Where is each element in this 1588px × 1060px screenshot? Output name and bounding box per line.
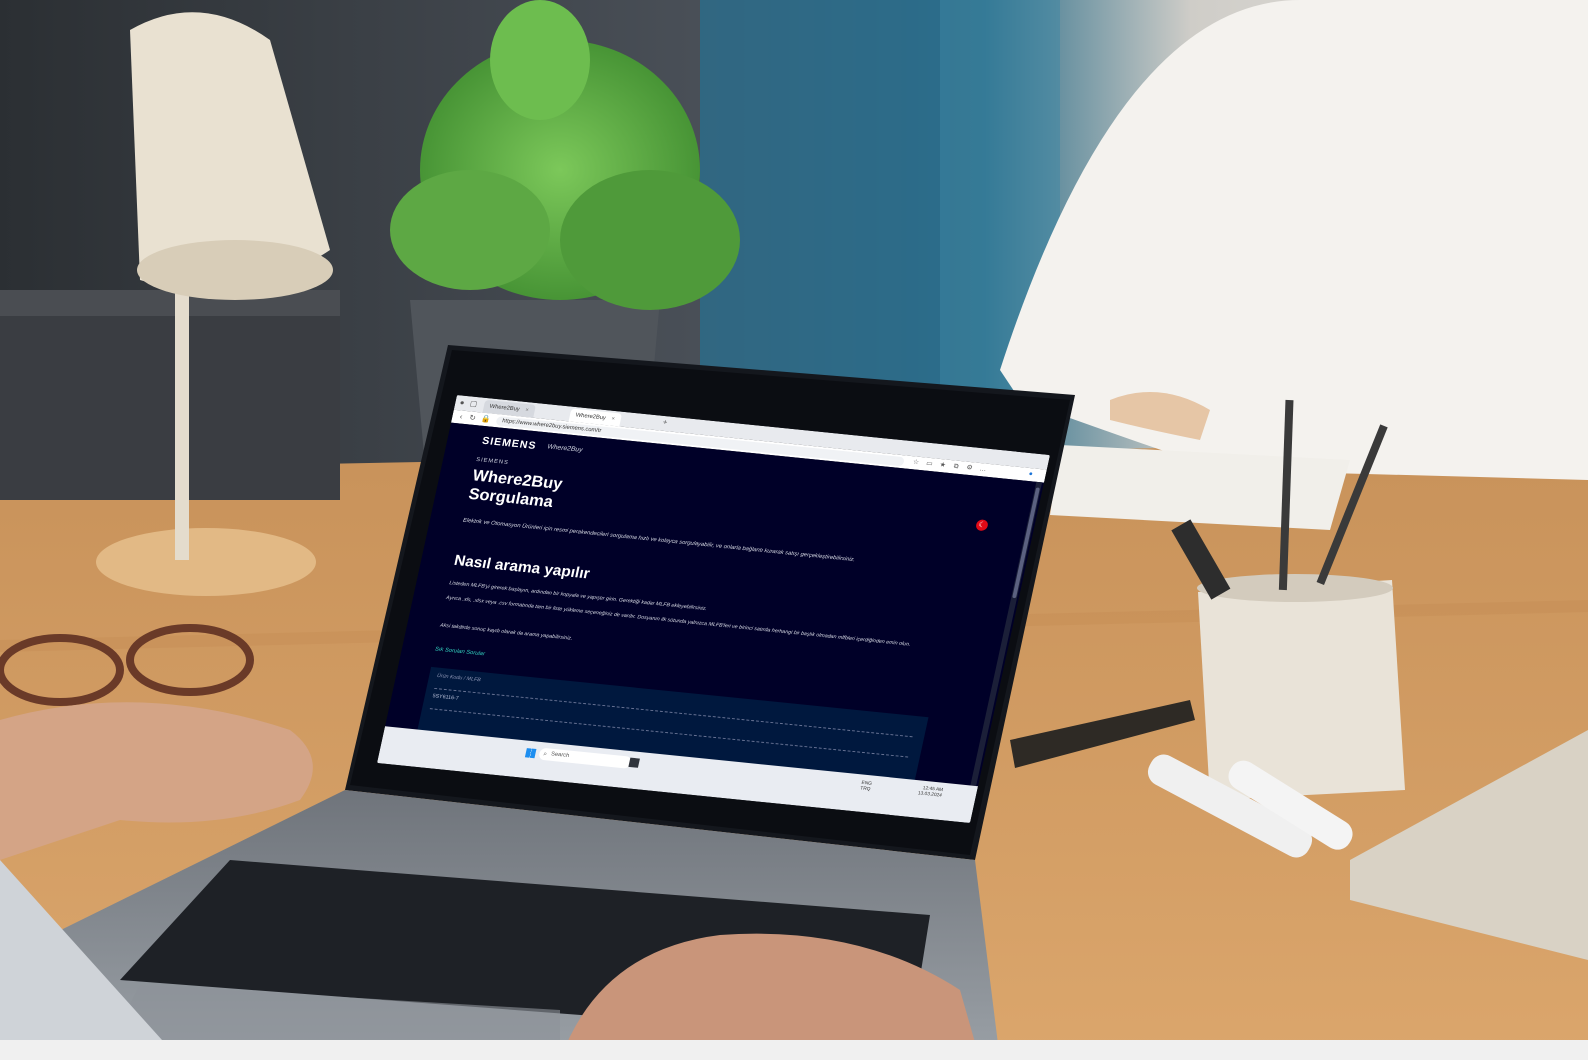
system-clock[interactable]: 12:45 AM 13.03.2024 [917,785,943,798]
system-tray-language[interactable]: ENG TRQ [860,780,873,792]
instruction-step: Ayrıca .xls, .xlsx veya .csv formatında … [445,595,911,648]
more-icon[interactable]: … [978,465,988,474]
favorites-bar-icon[interactable]: ★ [938,461,948,470]
turkey-flag-icon[interactable]: ☾ [975,519,989,532]
extensions-icon[interactable]: ⚙ [964,463,974,472]
web-page: SIEMENS Where2Buy SIEMENS Where2Buy Sorg… [385,422,1045,791]
favorite-icon[interactable]: ☆ [911,458,921,467]
collections-icon[interactable]: ⧉ [951,462,961,471]
tab-title: Where2Buy [575,412,607,422]
taskbar-app-icon[interactable] [628,757,640,768]
windows-start-icon[interactable] [524,748,537,759]
divider [434,687,913,738]
taskbar-search[interactable]: ⌕ Search [538,747,633,769]
clock-date: 13.03.2024 [917,790,943,799]
profile-icon[interactable]: ● [1026,470,1036,479]
mlfb-field-label: Ürün Kodu / MLFB [436,673,482,684]
tab-title: Where2Buy [489,404,521,413]
browser-menu-icon[interactable]: ● [456,398,468,408]
tray-region: TRQ [859,785,871,793]
laptop-screen: ● ▢ Where2Buy × Where2Buy × + ‹ ↻ 🔒 https:… [377,395,1051,824]
search-icon: ⌕ [542,750,548,758]
refresh-icon[interactable]: ↻ [467,413,479,423]
page-title: Where2Buy Sorgulama [467,466,628,518]
section-title: Nasıl arama yapılır [452,552,592,583]
siemens-logo[interactable]: SIEMENS [481,435,537,452]
where2buy-nav-link[interactable]: Where2Buy [547,444,583,454]
search-placeholder: Search [550,751,570,759]
back-icon[interactable]: ‹ [455,412,467,422]
faq-link[interactable]: Sık Sorulan Sorular [434,647,485,658]
lock-icon: 🔒 [480,414,492,424]
close-tab-icon[interactable]: × [611,416,616,422]
new-tab-icon[interactable]: + [659,418,671,428]
workspaces-icon[interactable]: ▢ [468,399,480,409]
instruction-step: Aksi takdirde sonuç kaydı olarak da aram… [439,622,573,642]
close-tab-icon[interactable]: × [525,408,530,414]
split-screen-icon[interactable]: ▭ [924,459,934,468]
mlfb-input[interactable]: 5SY6116-7 [432,693,459,701]
hero-eyebrow: SIEMENS [475,457,510,466]
